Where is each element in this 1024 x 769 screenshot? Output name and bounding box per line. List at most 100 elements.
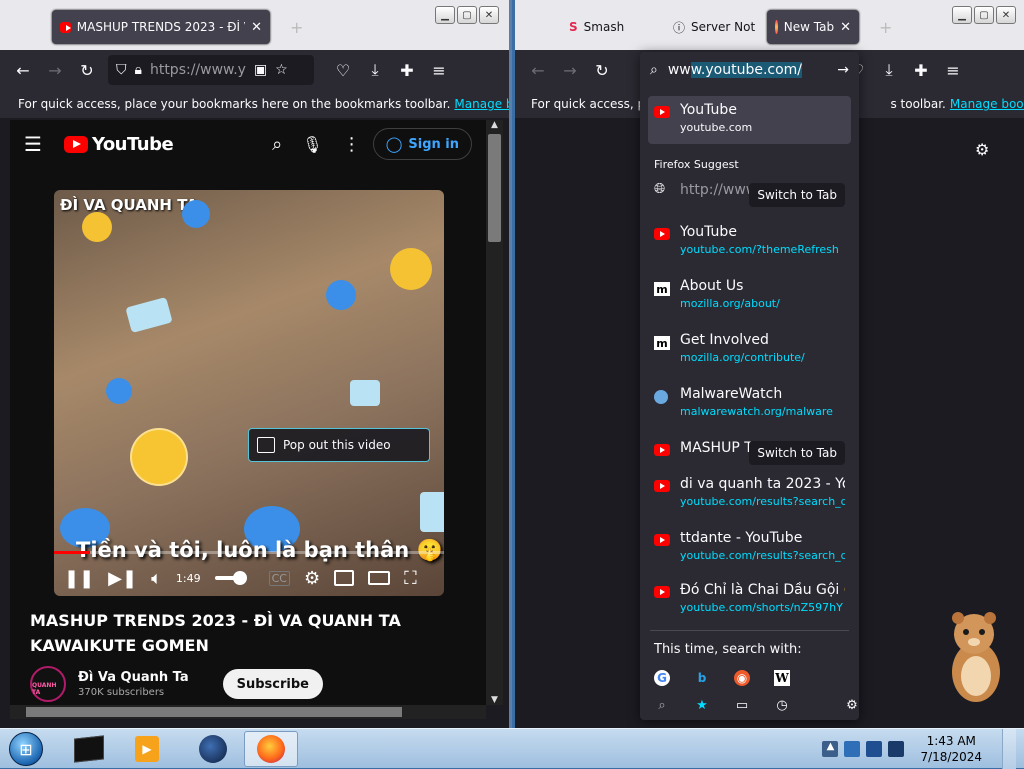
subscribe-button[interactable]: Subscribe — [222, 669, 323, 699]
suggestion-row[interactable]: m About Us mozilla.org/about/ — [648, 272, 851, 320]
miniplayer-icon[interactable] — [334, 570, 355, 586]
close-tab-icon[interactable]: ✕ — [840, 20, 851, 35]
manage-bookmarks-link[interactable]: Manage bookmarks — [950, 97, 1024, 111]
suggestion-row[interactable]: di va quanh ta 2023 - You youtube.com/re… — [648, 470, 851, 518]
downloads-icon[interactable]: ⤓ — [360, 55, 390, 85]
switch-to-tab-button[interactable]: Switch to Tab — [749, 183, 845, 207]
settings-gear-icon[interactable]: ⚙ — [304, 568, 320, 589]
menu-icon[interactable]: ≡ — [424, 55, 454, 85]
video-progress-bar[interactable] — [54, 551, 444, 554]
forward-icon[interactable]: → — [555, 55, 585, 85]
clock-time: 1:43 AM — [926, 734, 976, 748]
url-bar[interactable]: ⛉ 🔒︎ https://www.y ▣ ☆ — [108, 55, 314, 85]
hamster-desktop-pet[interactable] — [944, 606, 1008, 704]
channel-name[interactable]: Đì Va Quanh Ta — [78, 670, 189, 685]
close-window-icon[interactable]: ✕ — [479, 6, 499, 24]
search-settings-gear-icon[interactable]: ⚙ — [844, 697, 859, 713]
sign-in-button[interactable]: ◯ Sign in — [372, 128, 472, 160]
wikipedia-icon[interactable]: W — [774, 670, 790, 686]
channel-avatar[interactable]: QUANH TA — [30, 666, 66, 702]
manage-bookmarks-link[interactable]: Manage bookmarks — [454, 97, 509, 111]
show-hidden-icons-icon[interactable]: ▲ — [822, 741, 839, 757]
search-icon[interactable]: ⌕ — [654, 697, 670, 713]
duckduckgo-icon[interactable]: ◉ — [734, 670, 750, 686]
go-arrow-icon[interactable]: → — [837, 62, 849, 78]
theater-mode-icon[interactable] — [368, 571, 391, 585]
clock[interactable]: 1:43 AM 7/18/2024 — [920, 733, 982, 765]
video-player[interactable]: ĐÌ VA QUANH TA Pop out this video Tiền v… — [54, 190, 444, 596]
search-icon[interactable]: ⌕ — [272, 134, 282, 155]
taskbar-app-firefox[interactable] — [244, 731, 298, 767]
extensions-icon[interactable]: ✚ — [906, 55, 936, 85]
more-options-icon[interactable]: ⋮ — [343, 134, 361, 155]
switch-to-tab-button[interactable]: Switch to Tab — [749, 441, 845, 465]
tab-server-not-found[interactable]: ⓘ Server Not — [665, 10, 765, 44]
volume-slider[interactable] — [214, 571, 247, 585]
minimize-icon[interactable]: ▁ — [435, 6, 455, 24]
fullscreen-icon[interactable]: ⛶ — [404, 568, 417, 589]
google-icon[interactable]: G — [654, 670, 670, 686]
tabs-icon[interactable]: ▭ — [734, 697, 750, 713]
suggestion-row[interactable]: 🌐︎ http://www Switch to Tab — [648, 176, 851, 224]
suggestion-row[interactable]: ttdante - YouTube youtube.com/results?se… — [648, 524, 851, 572]
scroll-thumb[interactable] — [488, 134, 501, 242]
suggestion-row[interactable]: YouTube youtube.com/?themeRefresh — [648, 218, 851, 266]
bookmark-star-icon[interactable]: ☆ — [275, 62, 288, 78]
microphone-icon[interactable]: 🎙︎ — [302, 135, 322, 154]
tray-app-icon[interactable] — [844, 741, 861, 757]
vertical-scrollbar[interactable]: ▲ ▼ — [486, 120, 503, 705]
downloads-icon[interactable]: ⤓ — [874, 55, 904, 85]
reload-icon[interactable]: ↻ — [72, 55, 102, 85]
show-desktop-button[interactable] — [1002, 729, 1016, 769]
reload-icon[interactable]: ↻ — [587, 55, 617, 85]
volume-icon[interactable]: 🔈︎ — [151, 568, 162, 589]
maximize-icon[interactable]: ▢ — [457, 6, 477, 24]
next-icon[interactable]: ▶❚ — [108, 568, 137, 589]
tracking-shield-icon[interactable]: ⛉ — [116, 62, 127, 78]
taskbar-app-media-player[interactable]: ▶ — [120, 731, 174, 767]
new-tab-icon[interactable]: + — [879, 18, 892, 37]
pocket-icon[interactable]: ♡ — [328, 55, 358, 85]
bookmarks-star-icon[interactable]: ★ — [694, 697, 710, 713]
back-icon[interactable]: ← — [8, 55, 38, 85]
start-button[interactable]: ⊞ — [4, 730, 48, 768]
tab-smash[interactable]: S Smash — [561, 10, 659, 44]
lock-icon[interactable]: 🔒︎ — [135, 62, 142, 78]
url-input[interactable]: ⌕ www.youtube.com/ → — [640, 52, 859, 88]
result-title: MalwareWatch — [680, 386, 783, 402]
notification-icon[interactable] — [888, 741, 905, 757]
horizontal-scrollbar[interactable] — [10, 705, 486, 719]
maximize-icon[interactable]: ▢ — [974, 6, 994, 24]
reader-view-icon[interactable]: ▣ — [254, 62, 267, 78]
scroll-down-icon[interactable]: ▼ — [486, 695, 503, 705]
subtitles-icon[interactable]: CC — [268, 570, 290, 586]
navigation-toolbar: ← → ↻ ⛉ 🔒︎ https://www.y ▣ ☆ ♡ ⤓ ✚ ≡ — [0, 50, 509, 90]
forward-icon[interactable]: → — [40, 55, 70, 85]
scroll-up-icon[interactable]: ▲ — [486, 120, 503, 130]
network-icon[interactable] — [866, 741, 883, 757]
suggestion-row[interactable]: Đó Chỉ là Chai Dầu Gội 🤫 youtube.com/sho… — [648, 576, 851, 624]
back-icon[interactable]: ← — [523, 55, 553, 85]
suggestion-row[interactable]: m Get Involved mozilla.org/contribute/ — [648, 326, 851, 374]
suggestion-row[interactable]: MalwareWatch malwarewatch.org/malware — [648, 380, 851, 428]
picture-in-picture-toggle[interactable]: Pop out this video — [248, 428, 430, 462]
new-tab-icon[interactable]: + — [290, 18, 303, 37]
top-result-row[interactable]: YouTube youtube.com — [648, 96, 851, 144]
new-tab-settings-icon[interactable]: ⚙ — [975, 140, 989, 159]
pause-icon[interactable]: ❚❚ — [64, 568, 94, 589]
bing-icon[interactable]: b — [694, 670, 710, 686]
extensions-icon[interactable]: ✚ — [392, 55, 422, 85]
menu-icon[interactable]: ≡ — [938, 55, 968, 85]
tab-youtube-video[interactable]: MASHUP TRENDS 2023 - ĐÌ VA QUANH TA ✕ — [52, 10, 270, 44]
taskbar-app-browser[interactable] — [186, 731, 240, 767]
youtube-logo[interactable]: YouTube — [63, 134, 174, 155]
history-icon[interactable]: ◷ — [774, 697, 790, 713]
minimize-icon[interactable]: ▁ — [952, 6, 972, 24]
scroll-thumb[interactable] — [26, 707, 402, 717]
close-window-icon[interactable]: ✕ — [996, 6, 1016, 24]
close-tab-icon[interactable]: ✕ — [251, 20, 262, 35]
hamburger-menu-icon[interactable]: ☰ — [24, 132, 42, 156]
taskbar-app-terminal[interactable] — [62, 731, 116, 767]
tab-new-tab[interactable]: New Tab ✕ — [767, 10, 859, 44]
terminal-icon — [74, 735, 104, 763]
